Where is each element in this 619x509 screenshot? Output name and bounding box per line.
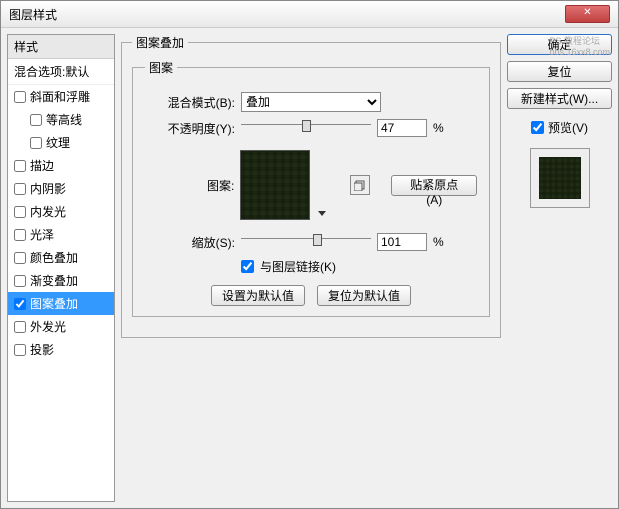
style-label: 描边	[30, 157, 54, 174]
scale-label: 缩放(S):	[145, 234, 235, 251]
close-button[interactable]: ✕	[565, 5, 610, 23]
style-checkbox[interactable]	[14, 206, 26, 218]
dialog-body: 样式 混合选项:默认 斜面和浮雕等高线纹理描边内阴影内发光光泽颜色叠加渐变叠加图…	[1, 28, 618, 508]
preview-checkbox[interactable]	[531, 121, 544, 134]
pattern-swatch[interactable]	[240, 150, 310, 220]
style-label: 斜面和浮雕	[30, 88, 90, 105]
scale-input[interactable]	[377, 233, 427, 251]
blend-mode-select[interactable]: 叠加	[241, 92, 381, 112]
style-label: 纹理	[46, 134, 70, 151]
opacity-input[interactable]	[377, 119, 427, 137]
style-checkbox[interactable]	[30, 137, 42, 149]
pattern-group: 图案 混合模式(B): 叠加 不透明度(Y): %	[132, 59, 490, 317]
style-label: 投影	[30, 341, 54, 358]
window-title: 图层样式	[9, 6, 57, 23]
style-checkbox[interactable]	[14, 229, 26, 241]
style-item-0[interactable]: 斜面和浮雕	[8, 85, 114, 108]
style-label: 光泽	[30, 226, 54, 243]
group-title: 图案叠加	[132, 34, 188, 51]
style-label: 外发光	[30, 318, 66, 335]
style-item-11[interactable]: 投影	[8, 338, 114, 361]
style-label: 颜色叠加	[30, 249, 78, 266]
style-checkbox[interactable]	[14, 298, 26, 310]
snap-to-origin-button[interactable]: 贴紧原点(A)	[391, 175, 477, 196]
style-checkbox[interactable]	[14, 321, 26, 333]
scale-unit: %	[433, 235, 444, 249]
opacity-label: 不透明度(Y):	[145, 120, 235, 137]
style-checkbox[interactable]	[14, 344, 26, 356]
style-checkbox[interactable]	[14, 91, 26, 103]
style-item-7[interactable]: 颜色叠加	[8, 246, 114, 269]
scale-slider[interactable]	[241, 238, 371, 252]
main-panel: 图案叠加 图案 混合模式(B): 叠加 不透明度(Y):	[121, 34, 501, 502]
style-checkbox[interactable]	[14, 252, 26, 264]
style-item-5[interactable]: 内发光	[8, 200, 114, 223]
new-preset-icon[interactable]	[350, 175, 370, 195]
make-default-button[interactable]: 设置为默认值	[211, 285, 305, 306]
style-label: 渐变叠加	[30, 272, 78, 289]
opacity-unit: %	[433, 121, 444, 135]
style-item-10[interactable]: 外发光	[8, 315, 114, 338]
reset-default-button[interactable]: 复位为默认值	[317, 285, 411, 306]
opacity-slider[interactable]	[241, 124, 371, 138]
style-item-9[interactable]: 图案叠加	[8, 292, 114, 315]
titlebar: 图层样式 ✕	[1, 1, 618, 28]
pattern-overlay-group: 图案叠加 图案 混合模式(B): 叠加 不透明度(Y):	[121, 34, 501, 338]
preview-label: 预览(V)	[548, 119, 588, 136]
pattern-dropdown[interactable]	[316, 150, 328, 220]
style-item-8[interactable]: 渐变叠加	[8, 269, 114, 292]
right-panel: 确定 复位 新建样式(W)... 预览(V)	[507, 34, 612, 502]
blend-mode-label: 混合模式(B):	[145, 94, 235, 111]
style-checkbox[interactable]	[30, 114, 42, 126]
styles-header: 样式	[8, 35, 114, 59]
style-item-3[interactable]: 描边	[8, 154, 114, 177]
blend-options-default[interactable]: 混合选项:默认	[8, 59, 114, 85]
new-style-button[interactable]: 新建样式(W)...	[507, 88, 612, 109]
style-label: 图案叠加	[30, 295, 78, 312]
reset-button[interactable]: 复位	[507, 61, 612, 82]
inner-title: 图案	[145, 59, 177, 76]
link-with-layer-checkbox[interactable]	[241, 260, 254, 273]
styles-list: 样式 混合选项:默认 斜面和浮雕等高线纹理描边内阴影内发光光泽颜色叠加渐变叠加图…	[7, 34, 115, 502]
ok-button[interactable]: 确定	[507, 34, 612, 55]
style-label: 等高线	[46, 111, 82, 128]
layer-style-dialog: 图层样式 ✕ PS 教程论坛 bbs.16xx8.com 样式 混合选项:默认 …	[0, 0, 619, 509]
style-item-1[interactable]: 等高线	[8, 108, 114, 131]
style-item-6[interactable]: 光泽	[8, 223, 114, 246]
style-item-2[interactable]: 纹理	[8, 131, 114, 154]
style-item-4[interactable]: 内阴影	[8, 177, 114, 200]
style-label: 内阴影	[30, 180, 66, 197]
style-label: 内发光	[30, 203, 66, 220]
style-checkbox[interactable]	[14, 183, 26, 195]
link-with-layer-label: 与图层链接(K)	[260, 258, 336, 275]
style-checkbox[interactable]	[14, 275, 26, 287]
preview-swatch	[530, 148, 590, 208]
pattern-label: 图案:	[145, 177, 234, 194]
style-checkbox[interactable]	[14, 160, 26, 172]
